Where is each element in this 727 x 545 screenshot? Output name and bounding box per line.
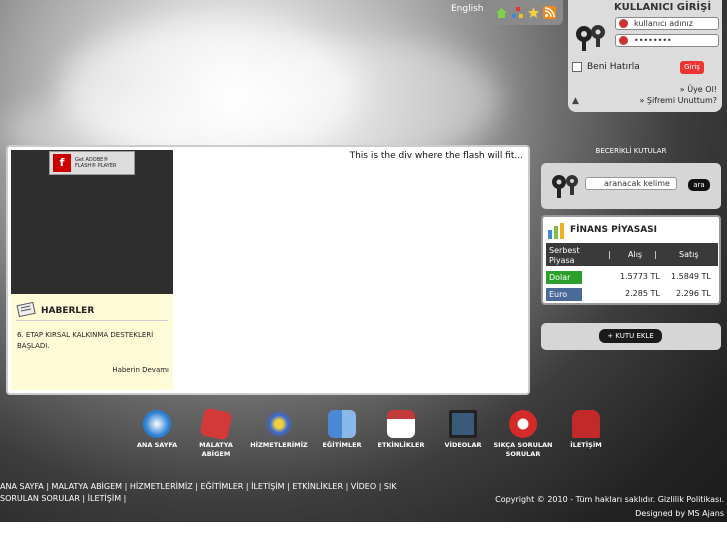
rss-icon[interactable] (542, 6, 556, 19)
password-value: •••••••• (634, 36, 672, 45)
finance-row-buy: 2.285 TL (625, 289, 660, 298)
remember-me[interactable]: Beni Hatırla (572, 62, 640, 72)
news-headline[interactable]: 6. ETAP KIRSAL KALKINMA DESTEKLERİ BAŞLA… (17, 330, 167, 352)
flash-note: This is the div where the flash will fit… (349, 151, 523, 161)
nav-item-egitimler[interactable]: EĞİTİMLER (317, 410, 367, 450)
login-panel: KULLANICI GİRİŞİ kullanıcı adınız ••••••… (568, 0, 722, 112)
finance-col-sell: Satış (679, 250, 699, 259)
nav-item-etkinlikler[interactable]: ETKİNLİKLER (374, 410, 428, 450)
register-link[interactable]: » Üye Ol! (680, 85, 717, 94)
nav-label: MALATYA ABİGEM (199, 441, 233, 458)
cloud-decoration (250, 40, 500, 160)
designer-credit[interactable]: Designed by MS Ajans (495, 507, 724, 521)
nav-label: SIKÇA SORULAN SORULAR (493, 441, 553, 458)
search-button[interactable]: ara (688, 179, 710, 191)
flash-placeholder: f Get ADOBE® FLASH® PLAYER (11, 150, 173, 294)
footer-links-line1[interactable]: ANA SAYFA | MALATYA ABİGEM | HİZMETLERİM… (0, 481, 440, 493)
get-flash-player-badge[interactable]: f Get ADOBE® FLASH® PLAYER (49, 151, 135, 175)
nav-label: ANA SAYFA (136, 441, 178, 449)
finance-row-name: Euro (546, 288, 582, 301)
finance-col-sep: | (654, 250, 657, 259)
sitemap-icon[interactable] (511, 6, 524, 19)
arrow-up-icon[interactable]: ▲ (572, 96, 579, 106)
nav-item-malatya-abigem[interactable]: MALATYA ABİGEM (191, 407, 241, 459)
copyright: Copyright © 2010 - Tüm hakları saklıdır.… (495, 493, 724, 521)
add-box-button[interactable]: + KUTU EKLE (599, 329, 662, 343)
nav-item-ana-sayfa[interactable]: ANA SAYFA (132, 410, 182, 450)
newspaper-icon (16, 301, 36, 320)
finance-col-buy: Alış (628, 250, 643, 259)
footer-links-line2[interactable]: SORULAN SORULAR | İLETİŞİM | (0, 493, 440, 505)
finance-row: Dolar 1.5773 TL 1.5849 TL (546, 270, 718, 285)
monitor-icon (449, 410, 477, 438)
cube-icon (199, 407, 233, 441)
finance-row-sell: 1.5849 TL (671, 272, 711, 281)
compass-icon (143, 410, 171, 438)
copyright-text: Copyright © 2010 - Tüm hakları saklıdır.… (495, 495, 724, 504)
nav-item-videolar[interactable]: VİDEOLAR (438, 410, 488, 450)
mailbox-icon (572, 410, 600, 438)
login-title: KULLANICI GİRİŞİ (614, 2, 712, 13)
sidebar-section-title: BECERİKLİ KUTULAR (595, 147, 667, 155)
network-icon (265, 410, 293, 438)
nav-label: VİDEOLAR (444, 441, 482, 449)
password-field[interactable]: •••••••• (615, 34, 719, 47)
lock-icon (619, 36, 628, 45)
search-box: aranacak kelime ara (541, 163, 721, 209)
nav-item-sss[interactable]: SIKÇA SORULAN SORULAR (490, 410, 556, 459)
news-title: HABERLER (41, 305, 95, 316)
nav-label: ETKİNLİKLER (377, 441, 425, 449)
username-placeholder: kullanıcı adınız (634, 19, 693, 28)
footer-links[interactable]: ANA SAYFA | MALATYA ABİGEM | HİZMETLERİM… (0, 481, 440, 505)
username-field[interactable]: kullanıcı adınız (615, 17, 719, 30)
bookmark-icon[interactable] (527, 6, 540, 19)
calendar-icon (387, 410, 415, 438)
finance-title: FİNANS PİYASASI (570, 225, 657, 235)
remember-label: Beni Hatırla (587, 62, 640, 72)
finance-row-buy: 1.5773 TL (620, 272, 660, 281)
finance-row: Euro 2.285 TL 2.296 TL (546, 287, 718, 302)
nav-label: EĞİTİMLER (322, 441, 362, 449)
add-box-panel: + KUTU EKLE (541, 323, 721, 350)
finder-icon (328, 410, 356, 438)
nav-item-hizmetlerimiz[interactable]: HİZMETLERİMİZ (246, 410, 312, 450)
login-button[interactable]: Giriş (680, 61, 704, 74)
key-icon (574, 22, 610, 55)
forgot-password-link[interactable]: » Şifremi Unuttum? (639, 96, 717, 105)
remember-checkbox[interactable] (572, 62, 582, 72)
language-link[interactable]: English (451, 4, 484, 14)
chart-icon (547, 222, 567, 243)
keys-icon (549, 171, 583, 202)
quick-icons-bar (487, 0, 563, 25)
finance-box: FİNANS PİYASASI Serbest Piyasa | Alış | … (541, 215, 721, 305)
search-input[interactable]: aranacak kelime (585, 177, 677, 190)
user-icon (619, 19, 628, 28)
finance-header: Serbest Piyasa | Alış | Satış (546, 243, 718, 266)
finance-row-name: Dolar (546, 271, 582, 284)
main-content-panel: f Get ADOBE® FLASH® PLAYER This is the d… (6, 145, 530, 395)
nav-label: İLETİŞİM (570, 441, 602, 449)
page-bottom-strip (0, 522, 727, 545)
nav-label: HİZMETLERİMİZ (250, 441, 308, 449)
news-box: HABERLER 6. ETAP KIRSAL KALKINMA DESTEKL… (11, 294, 173, 390)
finance-row-sell: 2.296 TL (676, 289, 711, 298)
news-divider (16, 320, 168, 321)
news-more-link[interactable]: Haberin Devamı (112, 366, 169, 374)
flash-icon: f (53, 154, 71, 172)
finance-col-sep: | (608, 250, 611, 259)
flash-badge-line2: FLASH® PLAYER (75, 163, 117, 169)
help-icon (509, 410, 537, 438)
finance-col-market: Serbest Piyasa (549, 246, 580, 265)
nav-item-iletisim[interactable]: İLETİŞİM (561, 410, 611, 450)
home-icon[interactable] (495, 6, 508, 19)
